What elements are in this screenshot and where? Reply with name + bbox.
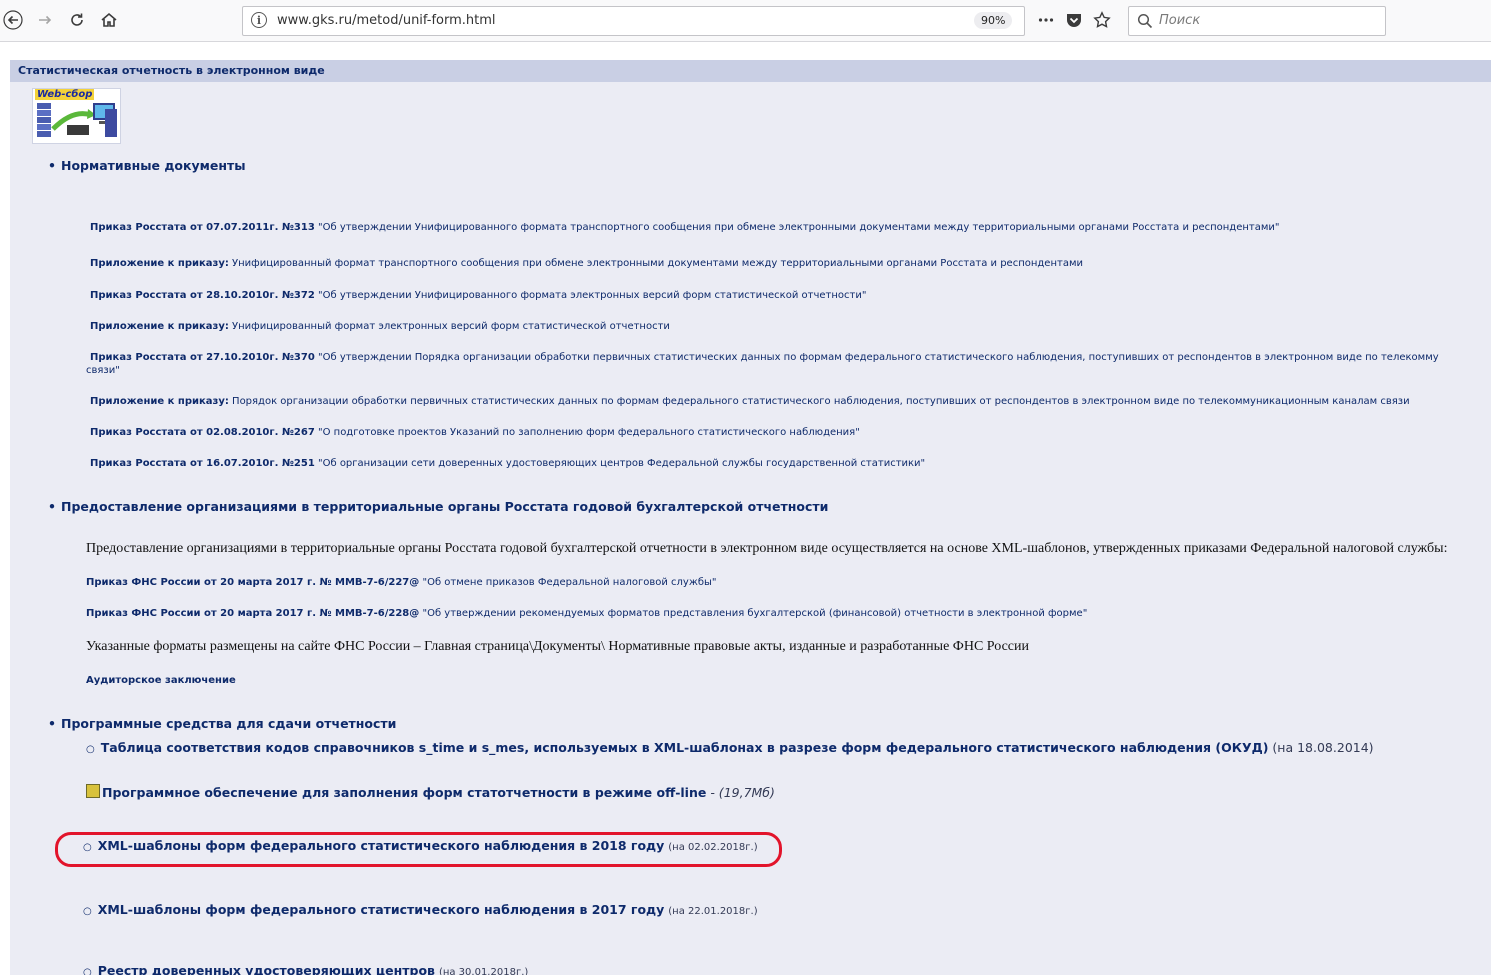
zoom-indicator[interactable]: 90% — [974, 12, 1013, 29]
logo-text: Web-сбор — [35, 89, 95, 100]
bookmark-star-icon[interactable] — [1089, 7, 1115, 33]
page-content: Статистическая отчетность в электронном … — [10, 60, 1491, 975]
red-highlight-oval — [55, 832, 782, 867]
doc-link-continuation[interactable]: связи" — [86, 365, 120, 376]
url-bar[interactable]: i www.gks.ru/metod/unif-form.html 90% — [242, 6, 1025, 36]
search-icon — [1137, 13, 1153, 29]
page-header: Статистическая отчетность в электронном … — [10, 60, 1491, 82]
accounting-intro: Предоставление организациями в территори… — [86, 541, 1448, 556]
url-text: www.gks.ru/metod/unif-form.html — [277, 13, 496, 28]
page-title: Статистическая отчетность в электронном … — [18, 64, 325, 77]
reload-icon[interactable] — [64, 7, 90, 33]
site-info-icon[interactable]: i — [251, 12, 267, 28]
doc-link[interactable]: Приказ Росстата от 28.10.2010г. №372 "Об… — [90, 290, 866, 301]
doc-link[interactable]: Приказ Росстата от 16.07.2010г. №251 "Об… — [90, 458, 925, 469]
browser-toolbar: i www.gks.ru/metod/unif-form.html 90% По… — [0, 0, 1491, 42]
normative-title[interactable]: • Нормативные документы — [48, 158, 246, 173]
file-icon — [86, 784, 100, 798]
accounting-title[interactable]: • Предоставление организациями в территор… — [48, 499, 828, 514]
search-bar[interactable]: Поиск — [1128, 6, 1386, 36]
audit-link[interactable]: Аудиторское заключение — [86, 675, 236, 686]
forward-icon[interactable] — [32, 7, 58, 33]
doc-link[interactable]: Приложение к приказу: Унифицированный фо… — [90, 321, 670, 332]
fns-doc-link[interactable]: Приказ ФНС России от 20 марта 2017 г. № … — [86, 577, 717, 588]
pocket-icon[interactable] — [1061, 7, 1087, 33]
doc-link[interactable]: Приказ Росстата от 27.10.2010г. №370 "Об… — [90, 352, 1439, 363]
software-item[interactable]: Программное обеспечение для заполнения ф… — [86, 784, 775, 800]
search-placeholder: Поиск — [1159, 13, 1201, 28]
doc-link[interactable]: Приложение к приказу: Порядок организаци… — [90, 396, 1410, 407]
doc-link[interactable]: Приложение к приказу: Унифицированный фо… — [90, 258, 1083, 269]
page-actions-icon[interactable] — [1033, 7, 1059, 33]
fns-doc-link[interactable]: Приказ ФНС России от 20 марта 2017 г. № … — [86, 608, 1087, 619]
software-title[interactable]: • Программные средства для сдачи отчетнос… — [48, 716, 396, 731]
software-item[interactable]: ○ Реестр доверенных удостоверяющих центро… — [83, 963, 528, 975]
software-item[interactable]: ○ XML-шаблоны форм федерального статистич… — [83, 902, 758, 917]
home-icon[interactable] — [96, 7, 122, 33]
software-item[interactable]: ○ Таблица соответствия кодов справочников… — [86, 740, 1374, 755]
web-sbor-logo[interactable]: Web-сбор — [32, 88, 121, 144]
doc-link[interactable]: Приказ Росстата от 02.08.2010г. №267 "О … — [90, 427, 860, 438]
back-icon[interactable] — [0, 7, 26, 33]
accounting-note: Указанные форматы размещены на сайте ФНС… — [86, 639, 1029, 654]
doc-link[interactable]: Приказ Росстата от 07.07.2011г. №313 "Об… — [90, 222, 1280, 233]
